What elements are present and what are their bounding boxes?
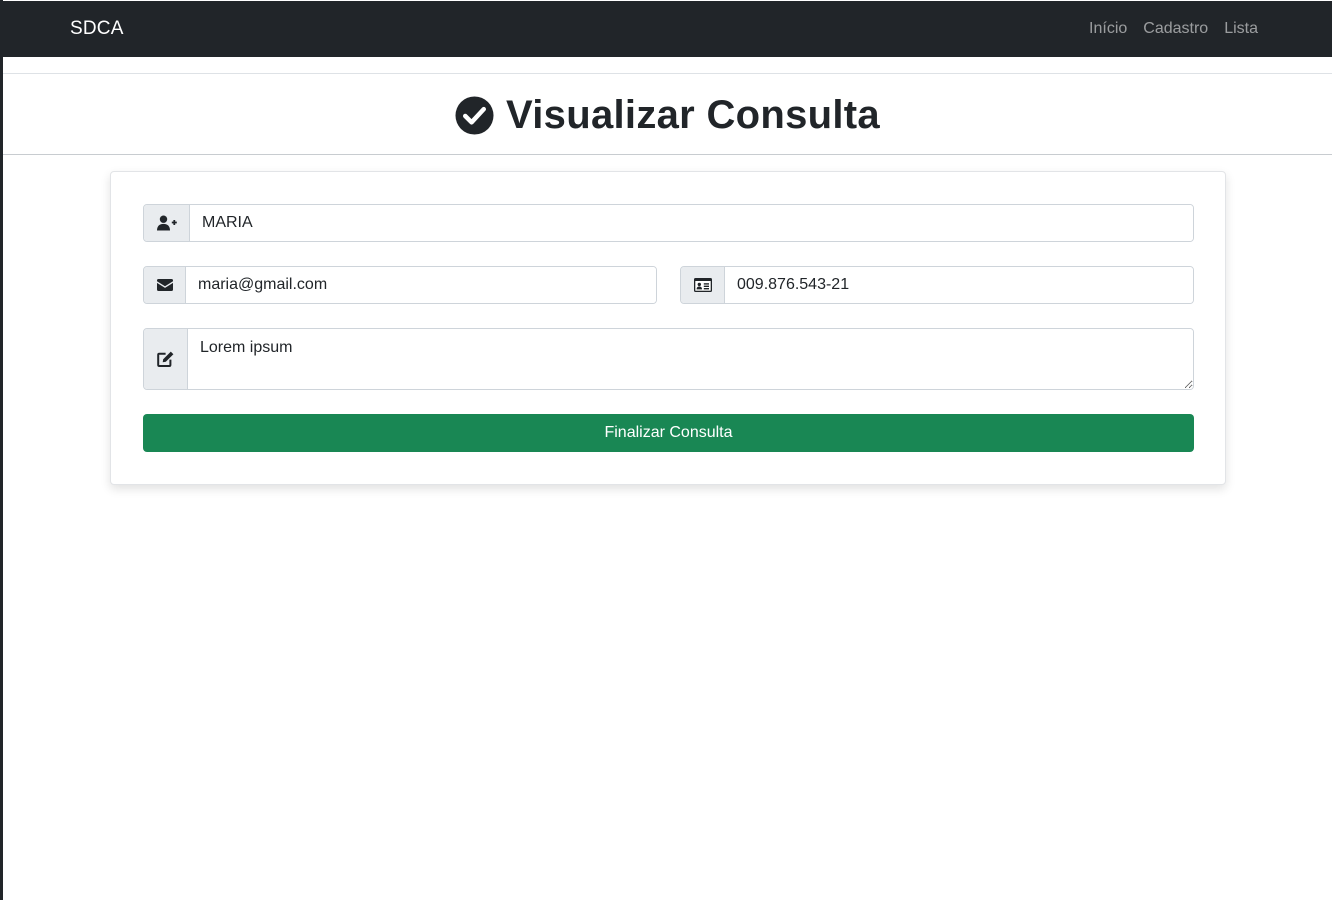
email-input-group — [143, 266, 657, 304]
consulta-card: Lorem ipsum Finalizar Consulta — [110, 171, 1226, 485]
name-field[interactable] — [190, 205, 1193, 241]
notes-addon — [144, 329, 188, 389]
name-input-group — [143, 204, 1194, 242]
name-addon — [144, 205, 190, 241]
user-plus-icon — [156, 215, 177, 231]
nav-links: Início Cadastro Lista — [1089, 20, 1258, 38]
notes-field[interactable]: Lorem ipsum — [188, 329, 1193, 389]
id-card-icon — [693, 278, 712, 292]
check-circle-icon — [455, 95, 494, 135]
navbar: SDCA Início Cadastro Lista — [3, 1, 1332, 57]
finalizar-consulta-button[interactable]: Finalizar Consulta — [143, 414, 1194, 452]
edit-icon — [157, 351, 174, 367]
email-field[interactable] — [186, 267, 656, 303]
cpf-input-group — [680, 266, 1194, 304]
nav-link-cadastro[interactable]: Cadastro — [1143, 20, 1208, 38]
notes-input-group: Lorem ipsum — [143, 328, 1194, 390]
nav-link-inicio[interactable]: Início — [1089, 20, 1127, 38]
nav-link-lista[interactable]: Lista — [1224, 20, 1258, 38]
page-title: Visualizar Consulta — [506, 92, 880, 137]
email-addon — [144, 267, 186, 303]
cpf-field[interactable] — [725, 267, 1193, 303]
cpf-addon — [681, 267, 725, 303]
envelope-icon — [156, 279, 173, 291]
page-header: Visualizar Consulta — [3, 73, 1332, 155]
navbar-brand[interactable]: SDCA — [70, 18, 124, 40]
